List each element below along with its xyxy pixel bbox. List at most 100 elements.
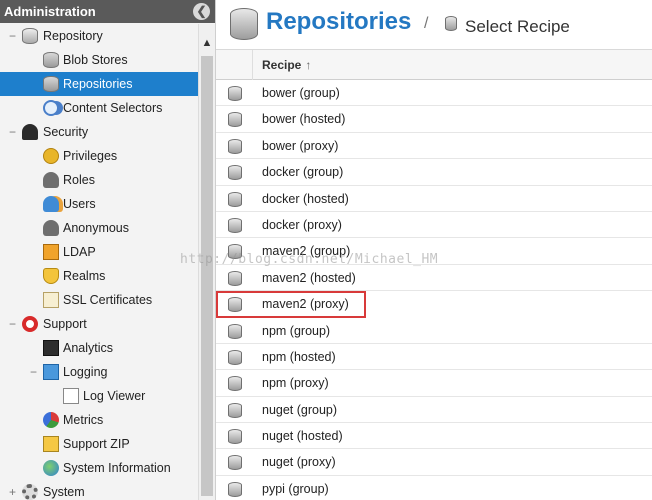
analytics-icon <box>43 340 59 356</box>
sidebar-item-roles[interactable]: Roles <box>0 168 198 192</box>
sidebar-item-label: Support ZIP <box>63 437 130 451</box>
support-icon <box>22 316 38 332</box>
table-row[interactable]: maven2 (proxy) <box>216 291 366 318</box>
recipe-label: npm (hosted) <box>262 349 336 364</box>
collapse-sidebar-icon[interactable]: ❮ <box>193 3 210 20</box>
recipe-label: bower (hosted) <box>262 112 346 127</box>
database-icon <box>228 429 242 445</box>
sidebar-item-label: Repositories <box>63 77 133 91</box>
sidebar-item-repositories[interactable]: Repositories <box>0 72 198 96</box>
table-row[interactable]: maven2 (group) <box>216 238 652 265</box>
sidebar-item-label: Blob Stores <box>63 53 128 67</box>
sidebar-item-repository[interactable]: − Repository <box>0 24 198 48</box>
sidebar-item-anonymous[interactable]: Anonymous <box>0 216 198 240</box>
database-icon <box>228 481 242 497</box>
sort-ascending-icon: ↑ <box>305 58 312 72</box>
anonymous-icon <box>43 220 59 236</box>
sidebar-item-ssl-certificates[interactable]: SSL Certificates <box>0 288 198 312</box>
sidebar-item-label: Users <box>63 197 96 211</box>
sidebar-item-label: Anonymous <box>63 221 130 235</box>
sidebar-item-label: Repository <box>43 29 103 43</box>
table-row[interactable]: nuget (proxy) <box>216 449 652 476</box>
database-icon <box>228 323 242 339</box>
recipe-label: maven2 (hosted) <box>262 270 356 285</box>
database-icon <box>228 112 242 128</box>
scroll-up-icon[interactable]: ▲ <box>199 36 215 50</box>
sidebar-item-support[interactable]: − Support <box>0 312 198 336</box>
sidebar-item-logging[interactable]: − Logging <box>0 360 198 384</box>
expand-toggle-icon[interactable]: + <box>9 480 18 500</box>
table-row[interactable]: docker (hosted) <box>216 186 652 212</box>
main-panel: Repositories / Select Recipe Recipe ↑ bow… <box>216 0 652 500</box>
sidebar-item-privileges[interactable]: Privileges <box>0 144 198 168</box>
logging-icon <box>43 364 59 380</box>
system-information-icon <box>43 460 59 476</box>
database-icon <box>228 270 242 286</box>
recipe-column-header[interactable]: Recipe ↑ <box>262 58 311 72</box>
sidebar-item-label: Realms <box>63 269 106 283</box>
table-row[interactable]: nuget (hosted) <box>216 423 652 450</box>
sidebar-item-ldap[interactable]: LDAP <box>0 240 198 264</box>
collapse-toggle-icon[interactable]: − <box>9 120 18 144</box>
table-row[interactable]: npm (group) <box>216 318 652 344</box>
recipe-column-label: Recipe <box>262 58 302 72</box>
database-icon <box>228 191 242 207</box>
table-row[interactable]: bower (proxy) <box>216 133 652 160</box>
table-row[interactable]: docker (group) <box>216 159 652 186</box>
recipe-grid: Recipe ↑ bower (group) bower (hosted) bower… <box>216 50 652 500</box>
sidebar-item-label: System <box>43 485 85 499</box>
page-title[interactable]: Repositories <box>266 8 411 36</box>
recipe-label: pypi (group) <box>262 481 329 496</box>
recipe-label: maven2 (proxy) <box>262 297 349 312</box>
collapse-toggle-icon[interactable]: − <box>30 360 39 384</box>
sidebar-item-realms[interactable]: Realms <box>0 264 198 288</box>
sidebar-item-label: Security <box>43 125 89 139</box>
sidebar-item-label: Logging <box>63 365 108 379</box>
table-row[interactable]: bower (group) <box>216 80 652 107</box>
navigation-tree: − Repository Blob Stores Repositories Co… <box>0 24 198 500</box>
sidebar-item-label: Analytics <box>63 341 114 355</box>
database-icon <box>228 138 242 154</box>
database-icon <box>228 217 242 233</box>
sidebar-item-security[interactable]: − Security <box>0 120 198 144</box>
sidebar-item-metrics[interactable]: Metrics <box>0 408 198 432</box>
sidebar-item-system-information[interactable]: System Information <box>0 456 198 480</box>
sidebar-item-label: Metrics <box>63 413 104 427</box>
database-icon <box>445 16 457 31</box>
sidebar-item-blob-stores[interactable]: Blob Stores <box>0 48 198 72</box>
table-row[interactable]: maven2 (hosted) <box>216 265 652 292</box>
sidebar-item-label: System Information <box>63 461 171 475</box>
metrics-icon <box>43 412 59 428</box>
table-row[interactable]: npm (proxy) <box>216 370 652 397</box>
sidebar-item-content-selectors[interactable]: Content Selectors <box>0 96 198 120</box>
table-row[interactable]: bower (hosted) <box>216 106 652 133</box>
log-viewer-icon <box>63 388 79 404</box>
roles-icon <box>43 172 59 188</box>
grid-header: Recipe ↑ <box>216 50 652 80</box>
sidebar-item-system[interactable]: + System <box>0 480 198 500</box>
scrollbar-thumb[interactable] <box>201 56 213 496</box>
sidebar-item-label: LDAP <box>63 245 96 259</box>
page-header: Repositories / Select Recipe <box>216 0 652 50</box>
sidebar-item-support-zip[interactable]: Support ZIP <box>0 432 198 456</box>
database-icon <box>228 455 242 471</box>
collapse-toggle-icon[interactable]: − <box>9 24 18 48</box>
sidebar-item-analytics[interactable]: Analytics <box>0 336 198 360</box>
admin-sidebar: Administration ❮ − Repository Blob Store… <box>0 0 216 500</box>
recipe-rows: bower (group) bower (hosted) bower (proxy)… <box>216 80 652 500</box>
table-row[interactable]: npm (hosted) <box>216 344 652 371</box>
table-row[interactable]: nuget (group) <box>216 397 652 424</box>
repositories-icon <box>230 8 258 40</box>
database-icon <box>228 86 242 101</box>
content-selectors-icon <box>43 100 59 116</box>
sidebar-item-log-viewer[interactable]: Log Viewer <box>0 384 198 408</box>
table-row[interactable]: pypi (group) <box>216 476 652 500</box>
collapse-toggle-icon[interactable]: − <box>9 312 18 336</box>
sidebar-scrollbar[interactable]: ▲ <box>198 24 215 500</box>
database-icon <box>228 349 242 365</box>
breadcrumb-current: Select Recipe <box>465 17 570 36</box>
icon-column-header <box>216 50 253 80</box>
sidebar-item-label: Support <box>43 317 87 331</box>
sidebar-item-users[interactable]: Users <box>0 192 198 216</box>
table-row[interactable]: docker (proxy) <box>216 212 652 239</box>
